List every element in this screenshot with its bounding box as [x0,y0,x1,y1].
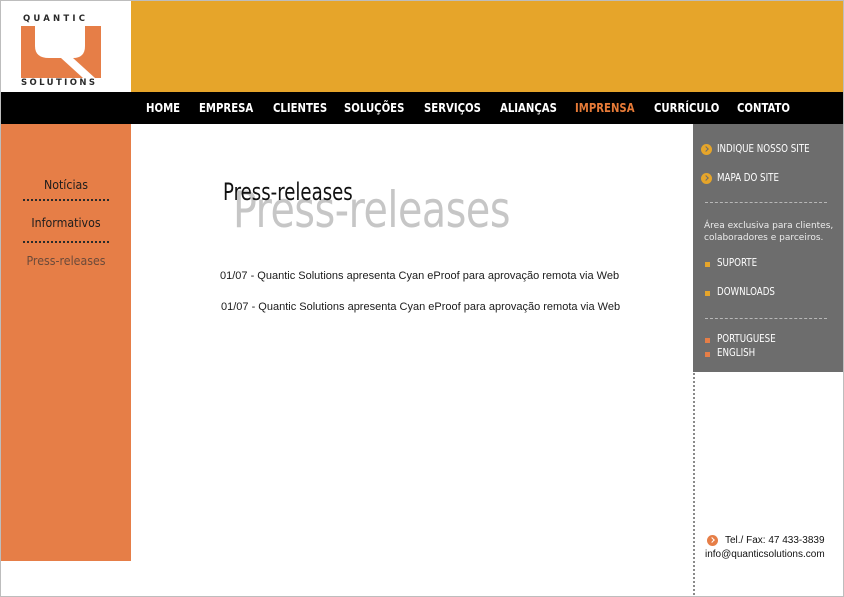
nav-curriculo[interactable]: CURRÍCULO [654,100,719,115]
nav-home[interactable]: HOME [146,100,180,115]
contact-phone: Tel./ Fax: 47 433-3839 [725,535,825,546]
indique-site-link[interactable]: INDIQUE NOSSO SITE [717,143,810,155]
arrow-circle-icon [707,535,718,546]
nav-imprensa[interactable]: IMPRENSA [575,100,635,115]
bullet-icon [705,338,710,343]
news-link[interactable]: 01/07 - Quantic Solutions apresenta Cyan… [220,270,619,282]
logo-bottom-text: SOLUTIONS [21,78,98,88]
downloads-link[interactable]: DOWNLOADS [717,286,775,298]
nav-solucoes[interactable]: SOLUÇÕES [344,100,404,115]
logo[interactable]: QUANTIC SOLUTIONS [1,1,131,92]
divider [23,241,109,243]
nav-clientes[interactable]: CLIENTES [273,100,327,115]
left-link-informativos[interactable]: Informativos [6,216,126,230]
header-banner [131,1,843,92]
contact-email-link[interactable]: info@quanticsolutions.com [705,549,825,560]
vertical-divider [693,373,695,595]
divider [705,318,827,319]
arrow-circle-icon [701,144,712,155]
page-title: Press-releases [223,178,353,206]
nav-servicos[interactable]: SERVIÇOS [424,100,481,115]
bullet-icon [705,291,710,296]
nav-aliancas[interactable]: ALIANÇAS [500,100,557,115]
bullet-icon [705,262,710,267]
divider [705,202,827,203]
nav-empresa[interactable]: EMPRESA [199,100,253,115]
left-link-noticias[interactable]: Notícias [6,178,126,192]
nav-contato[interactable]: CONTATO [737,100,790,115]
bullet-icon [705,352,710,357]
arrow-circle-icon [701,173,712,184]
main-navbar: HOME EMPRESA CLIENTES SOLUÇÕES SERVIÇOS … [1,92,843,124]
suporte-link[interactable]: SUPORTE [717,257,757,269]
logo-q-mark [21,26,101,78]
news-link[interactable]: 01/07 - Quantic Solutions apresenta Cyan… [221,301,620,313]
logo-top-text: QUANTIC [23,14,89,24]
left-link-press-releases[interactable]: Press-releases [6,254,126,268]
divider [23,199,109,201]
exclusive-area-text: Área exclusiva para clientes, colaborado… [704,221,834,243]
english-link[interactable]: ENGLISH [717,347,755,359]
mapa-site-link[interactable]: MAPA DO SITE [717,172,779,184]
page-frame: QUANTIC SOLUTIONS HOME EMPRESA CLIENTES … [0,0,844,597]
portuguese-link[interactable]: PORTUGUESE [717,333,776,345]
left-sidebar: Notícias Informativos Press-releases [1,124,131,561]
right-panel: INDIQUE NOSSO SITE MAPA DO SITE Área exc… [693,124,843,372]
